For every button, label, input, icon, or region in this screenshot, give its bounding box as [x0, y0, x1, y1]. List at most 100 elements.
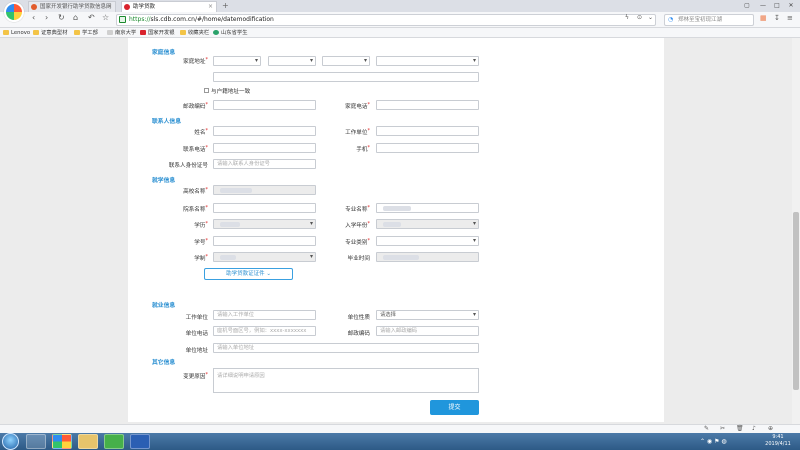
bookmark-item[interactable]: 收藏夹栏 [180, 28, 209, 38]
label-length: 学制* [194, 254, 208, 262]
tab-student-loan[interactable]: 助学贷款 × [121, 1, 217, 12]
label-mobile: 手机* [356, 145, 370, 153]
menu-icon[interactable]: ≡ [787, 13, 793, 23]
postcode-input[interactable] [213, 100, 316, 110]
ie-icon[interactable] [26, 434, 46, 449]
bookmark-item[interactable]: 国家开发银 [140, 28, 175, 38]
url-text[interactable]: https://sls.cdb.com.cn/#/home/datemodifi… [129, 14, 274, 26]
contact-id-input[interactable]: 请输入联系人身份证号 [213, 159, 316, 169]
unit-phone-input[interactable]: 座机号面区号，例如：xxxx-xxxxxxx [213, 326, 316, 336]
back-icon[interactable]: ‹ [32, 13, 35, 23]
street-select[interactable] [376, 56, 479, 66]
submit-button[interactable]: 提交 [430, 400, 479, 415]
detail-address-input[interactable] [213, 72, 479, 82]
label-major: 专业名称* [345, 205, 370, 213]
label-unit-address: 单位地址 [185, 348, 208, 354]
label-degree: 学历* [194, 221, 208, 229]
wechat-icon[interactable] [104, 434, 124, 449]
label-work-unit: 工作单位* [345, 128, 370, 136]
close-window-button[interactable]: ✕ [786, 1, 796, 11]
job-unit-input[interactable]: 请输入工作单位 [213, 310, 316, 320]
globe-icon [213, 30, 219, 35]
section-change: 其它信息 [152, 360, 176, 366]
bookmark-lenovo[interactable]: Lenovo [3, 28, 30, 38]
maximize-button[interactable]: □ [772, 1, 782, 11]
start-button[interactable] [2, 433, 19, 450]
contact-work-unit-input[interactable] [376, 126, 479, 136]
bookmark-item[interactable]: 证意典型材 [33, 28, 68, 38]
search-input[interactable]: 郑林至宝初现江湖 [678, 14, 722, 26]
compat-mode-icon[interactable]: ⊙ [637, 13, 642, 23]
label-faculty: 院系名称* [183, 205, 208, 213]
bank-icon [140, 30, 146, 35]
redacted-value [383, 255, 419, 260]
browser-taskbar-icon[interactable] [52, 434, 72, 449]
province-select[interactable] [213, 56, 261, 66]
section-contact: 联系人信息 [152, 119, 181, 125]
label-name: 姓名* [194, 128, 208, 136]
restore-tab-icon[interactable]: ↶ [88, 13, 95, 23]
home-phone-input[interactable] [376, 100, 479, 110]
dropdown-arrow-icon[interactable]: ⌄ [648, 13, 653, 23]
refresh-icon[interactable]: ↻ [58, 13, 65, 23]
label-grad-time: 毕业时间 [347, 256, 370, 262]
scrollbar-thumb[interactable] [793, 212, 799, 390]
label-major-type: 专业类别* [345, 238, 370, 246]
favorite-star-icon[interactable]: ☆ [102, 13, 109, 23]
enroll-year-select[interactable] [376, 219, 479, 229]
site-favicon-icon [31, 4, 37, 10]
bookmark-item[interactable]: 山东省学生 [213, 28, 248, 38]
minimize-button[interactable]: — [758, 1, 768, 11]
redacted-value [220, 188, 252, 193]
label-unit-phone: 单位电话 [185, 331, 208, 337]
secure-lock-icon [119, 16, 126, 23]
change-reason-textarea[interactable]: 请详细说明申请原因 [213, 368, 479, 393]
download-icon[interactable]: ↧ [774, 13, 780, 23]
degree-select[interactable] [213, 219, 316, 229]
length-select[interactable] [213, 252, 316, 262]
search-engine-icon[interactable]: ◔ [668, 15, 673, 25]
district-select[interactable] [322, 56, 370, 66]
page-icon [107, 30, 113, 35]
browser-logo[interactable] [4, 2, 24, 22]
faculty-input[interactable] [213, 203, 316, 213]
contact-phone-input[interactable] [213, 143, 316, 153]
folder-icon [33, 30, 39, 35]
label-unit-postcode: 邮政编码 [347, 331, 370, 337]
unit-nature-select[interactable]: 请选择 [376, 310, 479, 320]
close-tab-icon[interactable]: × [208, 2, 213, 11]
section-family: 家庭信息 [152, 50, 176, 56]
apps-grid-icon[interactable]: ▦ [760, 13, 767, 23]
explorer-icon[interactable] [78, 434, 98, 449]
section-study: 就学信息 [152, 178, 176, 184]
city-select[interactable] [268, 56, 316, 66]
redacted-value [220, 255, 236, 260]
mobile-input[interactable] [376, 143, 479, 153]
forward-icon[interactable]: › [45, 13, 48, 23]
bolt-icon[interactable]: ϟ [625, 13, 629, 23]
clock[interactable]: 9:41 2019/4/11 [758, 434, 798, 448]
school-name-field [213, 185, 316, 195]
tray-icons[interactable]: ⌃ ◉ ⚑ ◍ [700, 438, 727, 445]
major-type-select[interactable] [376, 236, 479, 246]
chevron-down-icon: ⌄ [266, 271, 271, 277]
same-as-hukou-label: 与户籍地址一致 [211, 89, 251, 95]
skin-icon[interactable]: ▢ [742, 1, 752, 11]
home-icon[interactable]: ⌂ [73, 13, 78, 23]
bookmark-item[interactable]: 学工部 [74, 28, 98, 38]
same-as-hukou-checkbox[interactable] [204, 88, 209, 93]
unit-postcode-input[interactable]: 请输入邮政编码 [376, 326, 479, 336]
contact-name-input[interactable] [213, 126, 316, 136]
upload-certificate-button[interactable]: 助学贷款证证件 ⌄ [204, 268, 293, 280]
word-icon[interactable] [130, 434, 150, 449]
bookmark-item[interactable]: 南京大学 [107, 28, 136, 38]
close-tab-icon[interactable]: × [107, 2, 112, 11]
unit-address-input[interactable]: 请输入单位地址 [213, 343, 479, 353]
section-job: 就业信息 [152, 303, 176, 309]
new-tab-button[interactable]: + [222, 1, 229, 11]
label-postcode: 邮政编码* [183, 102, 208, 110]
label-job-unit: 工作单位 [185, 315, 208, 321]
major-input[interactable] [376, 203, 479, 213]
tab-cdb-info[interactable]: 国家开发银行助学贷款信息网 × [28, 1, 116, 12]
student-id-input[interactable] [213, 236, 316, 246]
